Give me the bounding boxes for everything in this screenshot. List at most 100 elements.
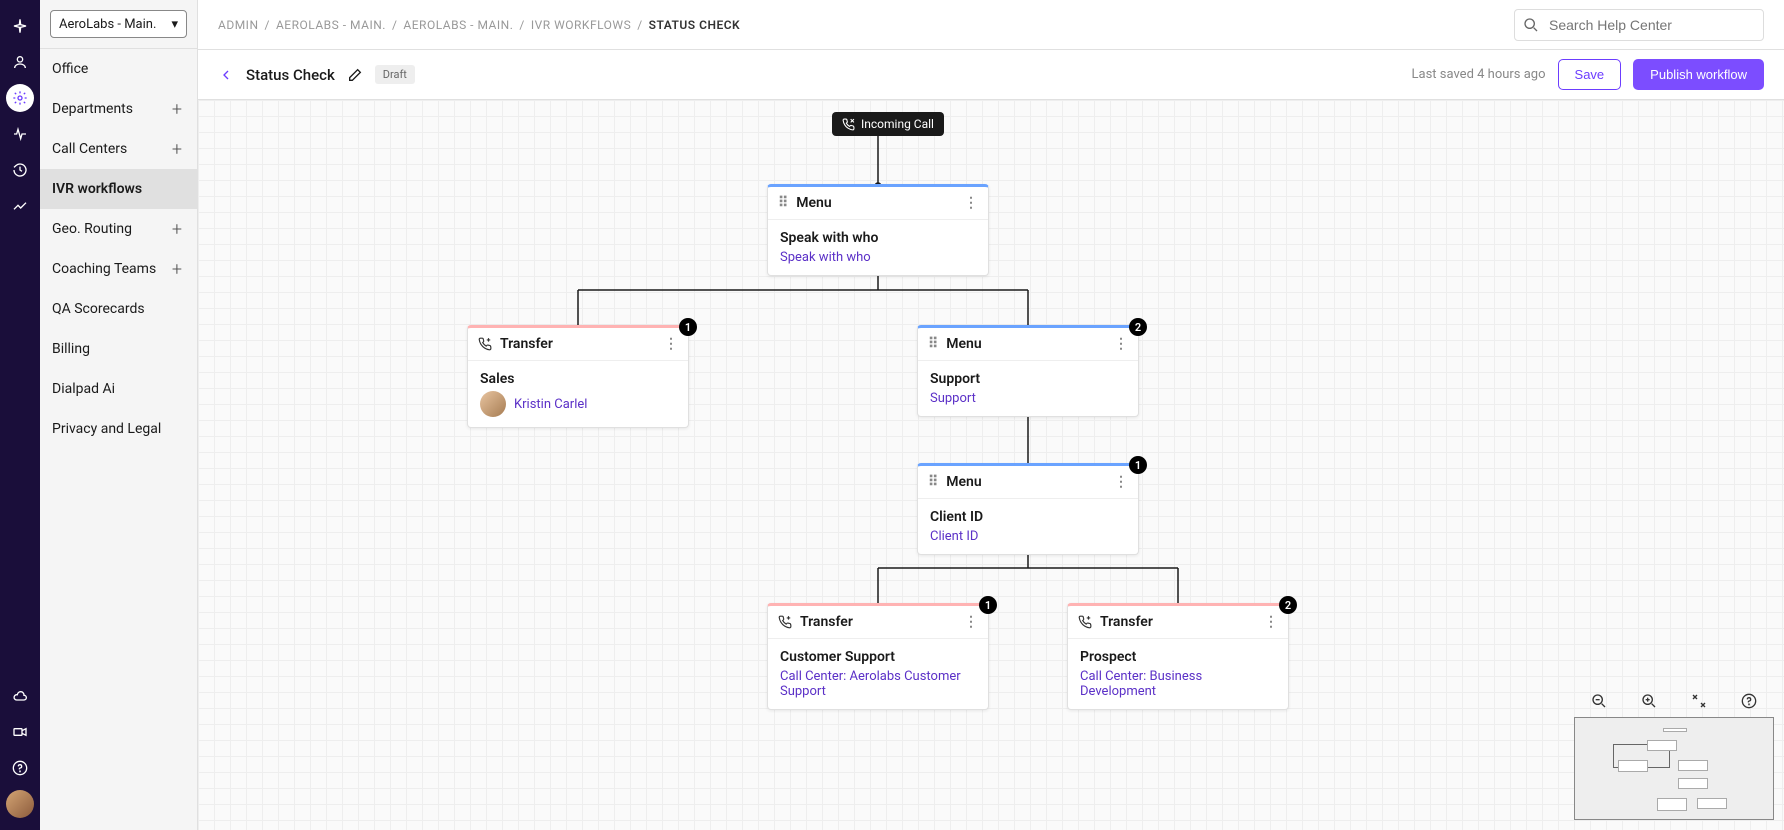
history-icon[interactable]	[6, 156, 34, 184]
breadcrumb-current: STATUS CHECK	[649, 18, 741, 32]
breadcrumb: ADMIN / AEROLABS - MAIN. / AEROLABS - MA…	[218, 18, 740, 32]
gear-icon[interactable]	[6, 84, 34, 112]
help-icon[interactable]	[6, 754, 34, 782]
transfer-node-prospect[interactable]: 2 Transfer ⋮ Prospect Call Center: Busin…	[1067, 603, 1289, 710]
sidebar-item-departments[interactable]: Departments +	[40, 89, 197, 129]
menu-node-root[interactable]: ⠿ Menu ⋮ Speak with who Speak with who	[767, 184, 989, 276]
sidebar: AeroLabs - Main. ▾ Office Departments + …	[40, 0, 198, 830]
workflow-canvas[interactable]: Incoming Call ⠿ Menu ⋮ Speak with who Sp…	[198, 100, 1784, 830]
save-button[interactable]: Save	[1558, 59, 1622, 90]
node-type-label: Transfer	[800, 614, 853, 630]
sidebar-item-label: Billing	[52, 341, 90, 357]
sidebar-item-label: Departments	[52, 101, 133, 117]
sidebar-item-call-centers[interactable]: Call Centers +	[40, 129, 197, 169]
workflow-title: Status Check	[246, 66, 335, 84]
breadcrumb-item[interactable]: ADMIN	[218, 18, 259, 32]
sidebar-item-geo-routing[interactable]: Geo. Routing +	[40, 209, 197, 249]
sidebar-item-label: Coaching Teams	[52, 261, 156, 277]
branch-badge: 2	[1279, 596, 1297, 614]
fit-view-button[interactable]	[1687, 689, 1711, 713]
menu-node-support[interactable]: 2 ⠿ Menu ⋮ Support Support	[917, 325, 1139, 417]
sidebar-item-label: Office	[52, 61, 88, 77]
breadcrumb-sep: /	[392, 18, 397, 32]
sidebar-item-billing[interactable]: Billing	[40, 329, 197, 369]
user-icon[interactable]	[6, 48, 34, 76]
sidebar-item-qa-scorecards[interactable]: QA Scorecards	[40, 289, 197, 329]
sidebar-item-label: Call Centers	[52, 141, 127, 157]
back-button[interactable]	[218, 67, 234, 83]
node-type-label: Transfer	[1100, 614, 1153, 630]
more-icon[interactable]: ⋮	[964, 614, 978, 630]
search-icon	[1523, 17, 1539, 33]
node-type-label: Menu	[796, 195, 831, 211]
incoming-call-icon	[842, 118, 855, 131]
cloud-icon[interactable]	[6, 682, 34, 710]
transfer-node-sales[interactable]: 1 Transfer ⋮ Sales Kristin Carlel	[467, 325, 689, 428]
node-sub: Call Center: Business Development	[1080, 669, 1276, 699]
menu-node-client-id[interactable]: 1 ⠿ Menu ⋮ Client ID Client ID	[917, 463, 1139, 555]
breadcrumb-item[interactable]: IVR WORKFLOWS	[531, 18, 631, 32]
person-avatar	[480, 391, 506, 417]
publish-button[interactable]: Publish workflow	[1633, 59, 1764, 90]
add-icon[interactable]: +	[169, 141, 185, 157]
transfer-icon	[1078, 615, 1092, 629]
nav-rail	[0, 0, 40, 830]
sidebar-item-label: Geo. Routing	[52, 221, 132, 237]
transfer-icon	[778, 615, 792, 629]
sidebar-item-privacy-legal[interactable]: Privacy and Legal	[40, 409, 197, 449]
more-icon[interactable]: ⋮	[964, 195, 978, 211]
sidebar-item-office[interactable]: Office	[40, 49, 197, 89]
start-label: Incoming Call	[861, 117, 934, 131]
more-icon[interactable]: ⋮	[1264, 614, 1278, 630]
sidebar-item-ivr-workflows[interactable]: IVR workflows	[40, 169, 197, 209]
activity-icon[interactable]	[6, 120, 34, 148]
branch-badge: 1	[1129, 456, 1147, 474]
account-name: AeroLabs - Main.	[59, 17, 156, 32]
status-badge: Draft	[375, 65, 415, 84]
drag-handle-icon[interactable]: ⠿	[928, 474, 938, 490]
node-sub: Speak with who	[780, 250, 976, 265]
last-saved: Last saved 4 hours ago	[1412, 67, 1546, 82]
sidebar-item-dialpad-ai[interactable]: Dialpad Ai	[40, 369, 197, 409]
breadcrumb-sep: /	[265, 18, 270, 32]
branch-badge: 1	[679, 318, 697, 336]
node-title: Sales	[480, 371, 676, 387]
account-selector[interactable]: AeroLabs - Main. ▾	[50, 10, 187, 38]
chevron-down-icon: ▾	[171, 17, 178, 32]
search-input[interactable]	[1547, 16, 1755, 34]
add-icon[interactable]: +	[169, 221, 185, 237]
sparkle-icon[interactable]	[6, 12, 34, 40]
node-type-label: Transfer	[500, 336, 553, 352]
drag-handle-icon[interactable]: ⠿	[778, 195, 788, 211]
user-avatar[interactable]	[6, 790, 34, 818]
minimap[interactable]	[1574, 717, 1774, 820]
node-sub: Support	[930, 391, 1126, 406]
breadcrumb-sep: /	[637, 18, 642, 32]
sidebar-item-label: QA Scorecards	[52, 301, 145, 317]
zoom-out-button[interactable]	[1587, 689, 1611, 713]
video-icon[interactable]	[6, 718, 34, 746]
edit-icon[interactable]	[347, 67, 363, 83]
node-title: Support	[930, 371, 1126, 387]
drag-handle-icon[interactable]: ⠿	[928, 336, 938, 352]
more-icon[interactable]: ⋮	[1114, 474, 1128, 490]
breadcrumb-item[interactable]: AEROLABS - MAIN.	[403, 18, 513, 32]
node-title: Customer Support	[780, 649, 976, 665]
zoom-in-button[interactable]	[1637, 689, 1661, 713]
sidebar-item-coaching-teams[interactable]: Coaching Teams +	[40, 249, 197, 289]
breadcrumb-item[interactable]: AEROLABS - MAIN.	[276, 18, 386, 32]
transfer-node-customer-support[interactable]: 1 Transfer ⋮ Customer Support Call Cente…	[767, 603, 989, 710]
analytics-icon[interactable]	[6, 192, 34, 220]
sidebar-item-label: Dialpad Ai	[52, 381, 115, 397]
more-icon[interactable]: ⋮	[664, 336, 678, 352]
search-box[interactable]	[1514, 9, 1764, 41]
node-title: Client ID	[930, 509, 1126, 525]
node-sub: Call Center: Aerolabs Customer Support	[780, 669, 976, 699]
add-icon[interactable]: +	[169, 101, 185, 117]
more-icon[interactable]: ⋮	[1114, 336, 1128, 352]
add-icon[interactable]: +	[169, 261, 185, 277]
node-type-label: Menu	[946, 474, 981, 490]
start-node: Incoming Call	[832, 112, 944, 136]
help-button[interactable]	[1737, 689, 1761, 713]
breadcrumb-sep: /	[519, 18, 524, 32]
